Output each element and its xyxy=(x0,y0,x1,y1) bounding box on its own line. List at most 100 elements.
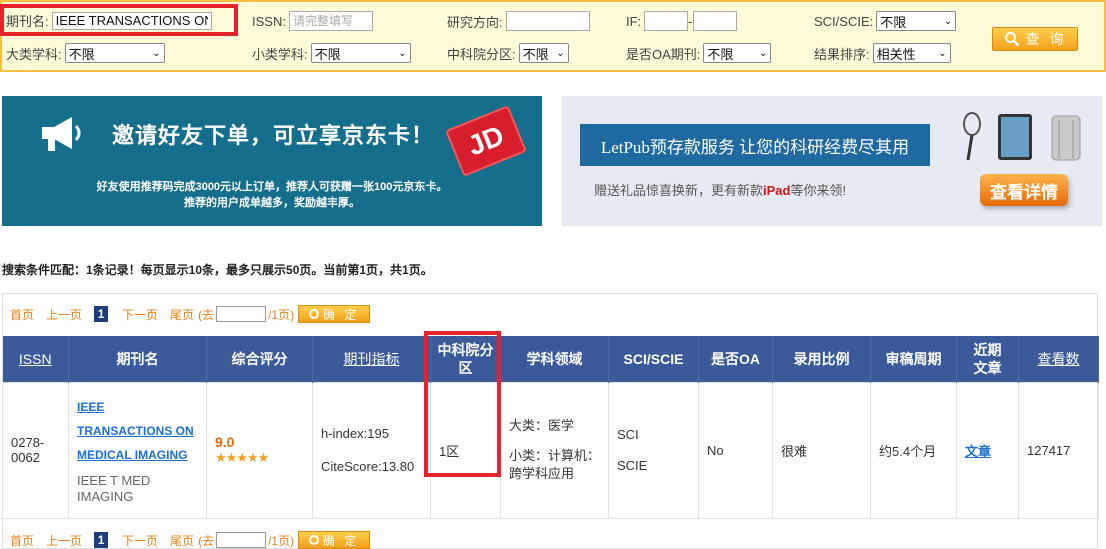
table-header-row: ISSN 期刊名 综合评分 期刊指标 中科院分区 学科领域 SCI/SCIE 是… xyxy=(2,336,1099,382)
sci-label: SCI/SCIE: xyxy=(814,13,874,29)
sci-value-1: SCI xyxy=(617,427,639,442)
header-oa: 是否OA xyxy=(698,336,773,382)
header-journal: 期刊名 xyxy=(68,336,207,382)
oa-select-value: 不限 xyxy=(707,46,734,62)
pager-confirm-button[interactable]: 确 定 xyxy=(298,531,371,549)
citescore-value: CiteScore:13.80 xyxy=(321,459,415,474)
results-table: ISSN 期刊名 综合评分 期刊指标 中科院分区 学科领域 SCI/SCIE 是… xyxy=(2,336,1099,519)
query-button[interactable]: 查 询 xyxy=(992,27,1078,51)
star-rating-icon: ★★★★★ xyxy=(215,450,269,465)
pager-top: 首页 上一页 1 下一页 尾页 (去 /1页) 确 定 xyxy=(10,305,371,323)
header-issn[interactable]: ISSN xyxy=(2,336,69,382)
invite-banner-line2: 推荐的用户成单越多，奖励越丰厚。 xyxy=(184,197,360,209)
search-summary: 搜索条件匹配：1条记录！每页显示10条，最多只展示50页。当前第1页，共1页。 xyxy=(2,263,433,277)
oa-label: 是否OA期刊: xyxy=(626,46,701,62)
direction-input[interactable] xyxy=(505,11,590,31)
cas-field-group: 中科院分区: 不限 ⌄ xyxy=(447,43,569,63)
cas-select-value: 不限 xyxy=(522,46,549,62)
sci-select[interactable]: 不限 ⌄ xyxy=(876,11,957,31)
issn-field-group: ISSN: xyxy=(252,11,373,31)
prepay-banner[interactable]: LetPub预存款服务 让您的科研经费尽其用 赠送礼品惊喜换新，更有新款iPad… xyxy=(562,96,1102,226)
minor-label: 小类学科: xyxy=(252,46,308,62)
major-select[interactable]: 不限 ⌄ xyxy=(64,43,165,63)
sort-label: 结果排序: xyxy=(814,46,870,62)
oa-select[interactable]: 不限 ⌄ xyxy=(703,43,772,63)
field-major: 大类：医学 xyxy=(509,418,575,433)
major-field-group: 大类学科: 不限 ⌄ xyxy=(6,43,165,63)
invite-banner[interactable]: 邀请好友下单，可立享京东卡！ JD 好友使用推荐码完成3000元以上订单，推荐人… xyxy=(2,96,542,226)
pager-current[interactable]: 1 xyxy=(94,306,109,322)
issn-input[interactable] xyxy=(288,11,373,31)
megaphone-icon xyxy=(42,117,81,151)
if-max-input[interactable] xyxy=(692,11,737,31)
view-details-button[interactable]: 查看详情 xyxy=(980,174,1068,206)
pager-confirm-button[interactable]: 确 定 xyxy=(298,305,371,323)
pager-goto-input[interactable] xyxy=(216,532,267,548)
hindex-value: h-index:195 xyxy=(321,426,389,441)
prepay-sub-a: 赠送礼品惊喜换新，更有新款 xyxy=(594,183,764,198)
oa-field-group: 是否OA期刊: 不限 ⌄ xyxy=(626,43,772,63)
if-label: IF: xyxy=(626,13,642,29)
pager-last[interactable]: 尾页 xyxy=(170,532,194,549)
pager-goto-input[interactable] xyxy=(216,306,267,322)
header-metrics[interactable]: 期刊指标 xyxy=(312,336,431,382)
sci-select-value: 不限 xyxy=(880,14,907,30)
field-minor: 小类：计算机：跨学科应用 xyxy=(509,448,601,481)
pager-next[interactable]: 下一页 xyxy=(122,532,158,549)
cell-issn: 0278-0062 xyxy=(2,381,69,519)
circle-icon xyxy=(308,535,319,545)
pager-goto-suffix: /1页) xyxy=(268,307,295,322)
invite-banner-line1: 好友使用推荐码完成3000元以上订单，推荐人可获赠一张100元京东卡。 xyxy=(96,181,448,193)
sort-select-value: 相关性 xyxy=(876,46,916,62)
cell-metrics: h-index:195 CiteScore:13.80 xyxy=(312,381,431,519)
sort-select[interactable]: 相关性 ⌄ xyxy=(872,43,951,63)
pager-prev[interactable]: 上一页 xyxy=(46,306,82,323)
chevron-down-icon: ⌄ xyxy=(759,47,768,59)
cell-journal: IEEE TRANSACTIONS ON MEDICAL IMAGING IEE… xyxy=(68,381,207,519)
cas-label: 中科院分区: xyxy=(447,46,516,62)
pager-current[interactable]: 1 xyxy=(94,532,109,548)
cell-articles: 文章 xyxy=(956,381,1019,519)
pager-next[interactable]: 下一页 xyxy=(122,306,158,323)
direction-field-group: 研究方向: xyxy=(447,11,590,31)
cell-field: 大类：医学 小类：计算机：跨学科应用 xyxy=(500,381,609,519)
pager-last[interactable]: 尾页 xyxy=(170,306,194,323)
cell-review: 约5.4个月 xyxy=(870,381,957,519)
sort-field-group: 结果排序: 相关性 ⌄ xyxy=(814,43,951,63)
header-field: 学科领域 xyxy=(500,336,609,382)
invite-banner-title: 邀请好友下单，可立享京东卡！ xyxy=(112,123,435,148)
journal-link[interactable]: IEEE TRANSACTIONS ON MEDICAL IMAGING xyxy=(77,395,198,467)
if-min-input[interactable] xyxy=(644,11,689,31)
if-field-group: IF: - xyxy=(626,11,737,31)
header-articles: 近期文章 xyxy=(956,336,1019,382)
pager-bottom: 首页 上一页 1 下一页 尾页 (去 /1页) 确 定 xyxy=(10,531,371,549)
circle-icon xyxy=(308,309,319,319)
chevron-down-icon: ⌄ xyxy=(152,47,161,59)
major-select-value: 不限 xyxy=(68,46,95,62)
search-icon xyxy=(1004,32,1019,47)
table-row: 0278-0062 IEEE TRANSACTIONS ON MEDICAL I… xyxy=(2,381,1099,519)
cas-select[interactable]: 不限 ⌄ xyxy=(518,43,569,63)
prepay-sub-b: 等你来领! xyxy=(790,183,847,198)
direction-label: 研究方向: xyxy=(447,14,503,30)
pager-goto-prefix: (去 xyxy=(198,307,215,322)
minor-select[interactable]: 不限 ⌄ xyxy=(310,43,411,63)
cell-oa: No xyxy=(698,381,773,519)
chevron-down-icon: ⌄ xyxy=(398,47,407,59)
pager-first[interactable]: 首页 xyxy=(10,306,34,323)
minor-select-value: 不限 xyxy=(314,46,341,62)
journal-abbr: IEEE T MED IMAGING xyxy=(77,473,151,504)
header-views[interactable]: 查看数 xyxy=(1018,336,1099,382)
major-label: 大类学科: xyxy=(6,46,62,62)
chevron-down-icon: ⌄ xyxy=(943,15,953,27)
chevron-down-icon: ⌄ xyxy=(556,47,565,59)
query-button-label: 查 询 xyxy=(1025,31,1067,47)
prepay-banner-title: LetPub预存款服务 让您的科研经费尽其用 xyxy=(580,124,930,166)
highlight-cas-column xyxy=(424,331,501,477)
pager-first[interactable]: 首页 xyxy=(10,532,34,549)
sci-value-2: SCIE xyxy=(617,458,648,473)
articles-link[interactable]: 文章 xyxy=(965,444,991,459)
pager-confirm-label: 确 定 xyxy=(322,533,360,548)
pager-prev[interactable]: 上一页 xyxy=(46,532,82,549)
score-value: 9.0 xyxy=(215,434,235,450)
